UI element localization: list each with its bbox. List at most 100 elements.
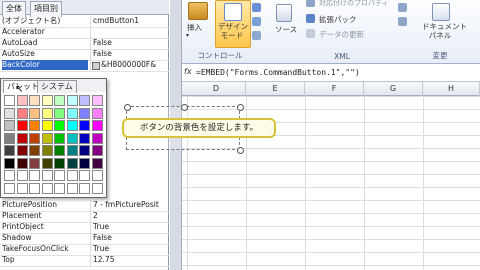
color-swatch[interactable] [91, 182, 103, 194]
color-swatch[interactable] [16, 120, 28, 131]
column-header-f[interactable]: F [305, 82, 364, 96]
property-value[interactable]: cmdButton1 [90, 16, 168, 27]
color-swatch[interactable] [66, 170, 78, 181]
color-swatch[interactable] [4, 120, 15, 131]
color-swatch[interactable] [41, 120, 53, 131]
color-swatch[interactable] [66, 132, 78, 144]
formula-input[interactable]: =EMBED("Forms.CommandButton.1","") [196, 66, 360, 79]
color-swatch[interactable] [16, 95, 28, 106]
color-swatch[interactable] [91, 145, 103, 156]
color-swatch[interactable] [4, 170, 15, 181]
source-icon[interactable] [276, 4, 292, 22]
color-swatch[interactable] [91, 95, 103, 106]
source-button-label[interactable]: ソース [275, 24, 297, 35]
color-swatch[interactable] [66, 107, 78, 119]
fx-icon[interactable]: fx [184, 67, 194, 78]
property-value[interactable]: False [90, 38, 168, 49]
column-header-e[interactable]: E [246, 82, 305, 96]
color-swatch[interactable] [66, 95, 78, 106]
color-swatch[interactable] [4, 132, 15, 144]
color-swatch[interactable] [54, 120, 65, 131]
property-value[interactable]: 2 [90, 211, 168, 222]
color-swatch[interactable] [54, 157, 65, 169]
map-properties-icon[interactable] [306, 0, 315, 7]
color-swatch[interactable] [16, 157, 28, 169]
color-swatch[interactable] [16, 182, 28, 194]
color-swatch[interactable] [54, 107, 65, 119]
color-swatch[interactable] [66, 120, 78, 131]
color-swatch[interactable] [54, 95, 65, 106]
expansion-pack-label[interactable]: 拡張パック [319, 14, 357, 25]
tab-alphabetic[interactable]: 全体 [2, 1, 26, 17]
color-swatch[interactable] [16, 170, 28, 181]
column-header-g[interactable]: G [364, 82, 423, 96]
column-header-d[interactable]: D [187, 82, 246, 96]
color-swatch[interactable] [29, 145, 40, 156]
color-swatch[interactable] [54, 145, 65, 156]
color-swatch[interactable] [29, 120, 40, 131]
expansion-pack-icon[interactable] [306, 14, 315, 23]
color-swatch[interactable] [91, 107, 103, 119]
property-value[interactable]: 7 - fmPicturePosit [90, 200, 168, 211]
color-swatch[interactable] [91, 132, 103, 144]
property-value[interactable]: &H8000000F& [90, 60, 168, 71]
property-value[interactable]: False [90, 233, 168, 244]
color-swatch[interactable] [79, 182, 90, 194]
color-swatch[interactable] [29, 182, 40, 194]
color-swatch[interactable] [29, 95, 40, 106]
color-swatch[interactable] [79, 132, 90, 144]
color-swatch[interactable] [4, 107, 15, 119]
property-value[interactable] [90, 27, 168, 38]
color-swatch[interactable] [79, 145, 90, 156]
color-swatch[interactable] [91, 170, 103, 181]
color-swatch[interactable] [66, 145, 78, 156]
color-swatch[interactable] [4, 145, 15, 156]
property-row[interactable]: BackColor &H8000000F& [0, 60, 169, 72]
color-swatch[interactable] [16, 107, 28, 119]
insert-button-label[interactable]: 挿入 [187, 22, 202, 33]
export-icon[interactable] [398, 17, 407, 26]
color-swatch[interactable] [29, 170, 40, 181]
property-value[interactable]: 12.75 [90, 255, 168, 266]
color-swatch[interactable] [79, 170, 90, 181]
run-dialog-icon[interactable] [252, 31, 261, 40]
insert-icon[interactable] [188, 2, 208, 20]
color-swatch[interactable] [54, 182, 65, 194]
color-swatch[interactable] [41, 170, 53, 181]
color-swatch[interactable] [29, 157, 40, 169]
insert-dropdown-icon[interactable]: ▾ [186, 32, 189, 39]
resize-handle[interactable] [181, 104, 188, 111]
color-swatch[interactable] [41, 145, 53, 156]
properties-icon[interactable] [252, 3, 261, 12]
import-icon[interactable] [398, 3, 407, 12]
color-swatch[interactable] [29, 107, 40, 119]
column-header-h[interactable]: H [423, 82, 480, 96]
color-swatch[interactable] [4, 157, 15, 169]
color-swatch[interactable] [41, 107, 53, 119]
color-swatch[interactable] [66, 182, 78, 194]
color-swatch[interactable] [41, 157, 53, 169]
refresh-data-icon[interactable] [306, 29, 315, 38]
color-swatch[interactable] [79, 120, 90, 131]
color-swatch[interactable] [79, 107, 90, 119]
resize-handle[interactable] [237, 147, 244, 154]
color-swatch[interactable] [79, 157, 90, 169]
color-swatch[interactable] [4, 95, 15, 106]
property-row[interactable]: Top 12.75 [0, 255, 169, 267]
color-swatch[interactable] [79, 95, 90, 106]
refresh-data-label[interactable]: データの更新 [319, 29, 364, 40]
color-swatch[interactable] [16, 145, 28, 156]
document-panel-label[interactable]: ドキュメント パネル [422, 22, 467, 40]
color-swatch[interactable] [41, 182, 53, 194]
map-properties-label[interactable]: 対応付けのプロパティ [319, 0, 389, 8]
resize-handle[interactable] [237, 104, 244, 111]
resize-handle[interactable] [124, 104, 131, 111]
document-panel-icon[interactable] [432, 3, 450, 21]
property-value[interactable]: True [90, 222, 168, 233]
color-swatch[interactable] [4, 182, 15, 194]
color-swatch[interactable] [54, 132, 65, 144]
tab-categorized[interactable]: 項目別 [30, 1, 62, 17]
color-swatch[interactable] [41, 95, 53, 106]
color-swatch[interactable] [91, 157, 103, 169]
color-swatch[interactable] [16, 132, 28, 144]
